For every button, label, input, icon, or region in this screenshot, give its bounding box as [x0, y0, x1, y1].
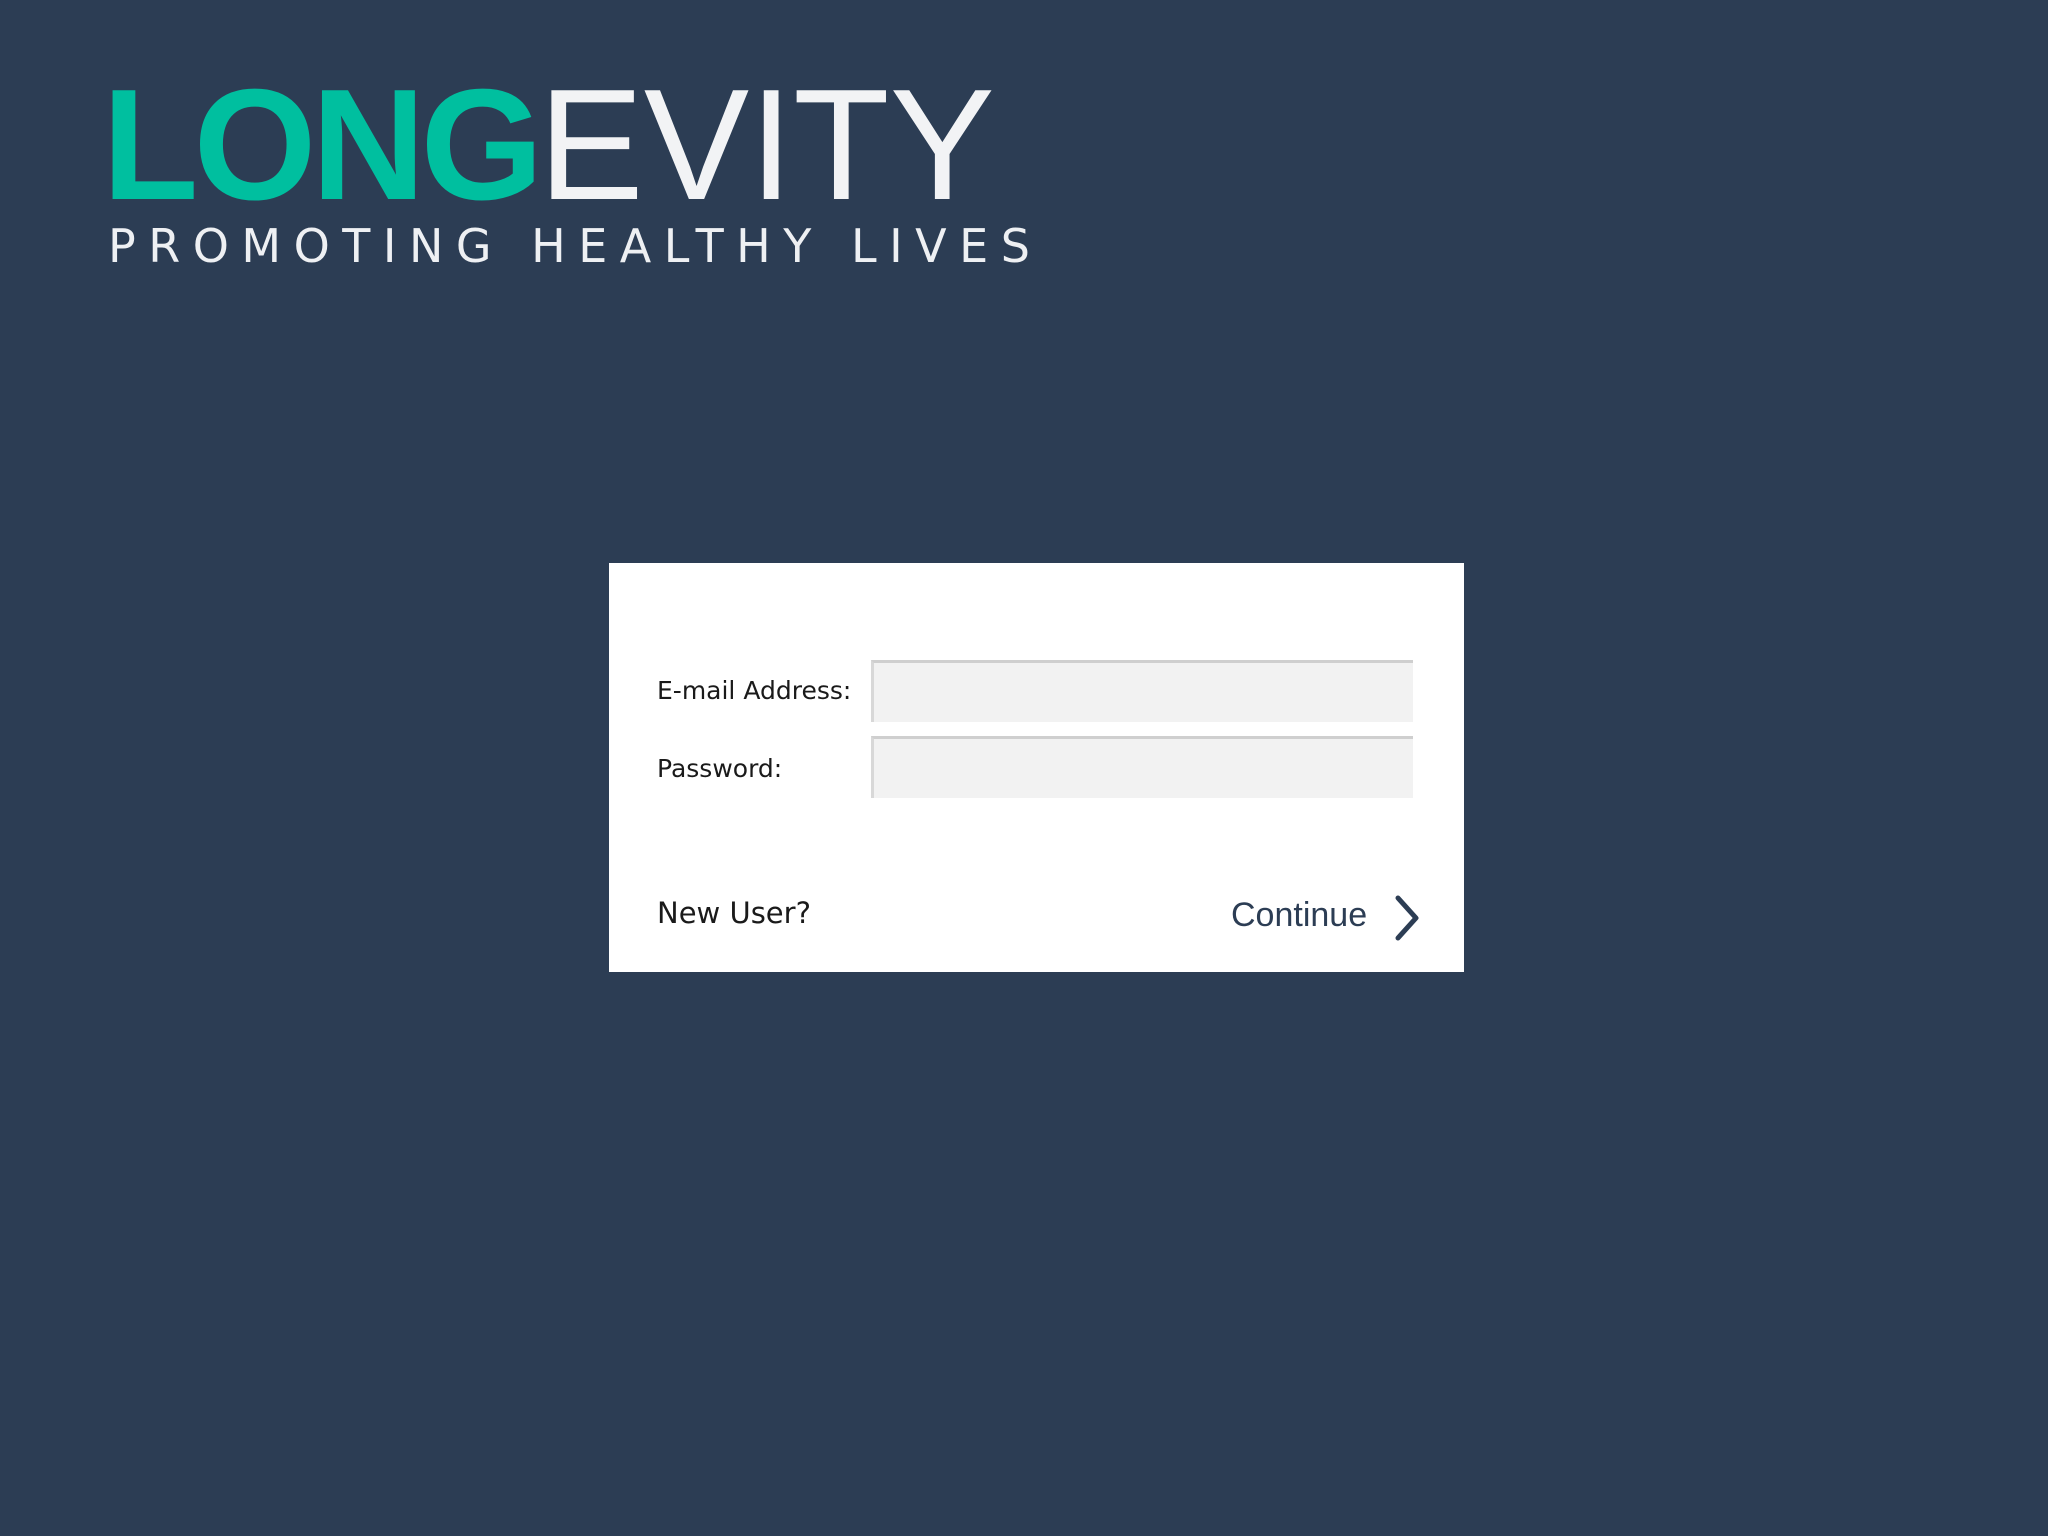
- chevron-right-icon[interactable]: [1392, 894, 1424, 942]
- logo-accent-text: LONG: [102, 57, 543, 233]
- email-label: E-mail Address:: [657, 676, 852, 705]
- login-screen: LONGEVITY PROMOTING HEALTHY LIVES E-mail…: [0, 0, 2048, 1536]
- logo-wordmark: LONGEVITY: [102, 66, 995, 224]
- brand-tagline: PROMOTING HEALTHY LIVES: [108, 219, 1043, 273]
- password-label: Password:: [657, 754, 783, 783]
- login-card: E-mail Address: Password: New User? Cont…: [609, 563, 1464, 972]
- logo-light-text: EVITY: [538, 57, 995, 233]
- password-field[interactable]: [871, 736, 1413, 798]
- new-user-link[interactable]: New User?: [657, 896, 811, 930]
- continue-label: Continue: [1231, 896, 1368, 934]
- email-field[interactable]: [871, 660, 1413, 722]
